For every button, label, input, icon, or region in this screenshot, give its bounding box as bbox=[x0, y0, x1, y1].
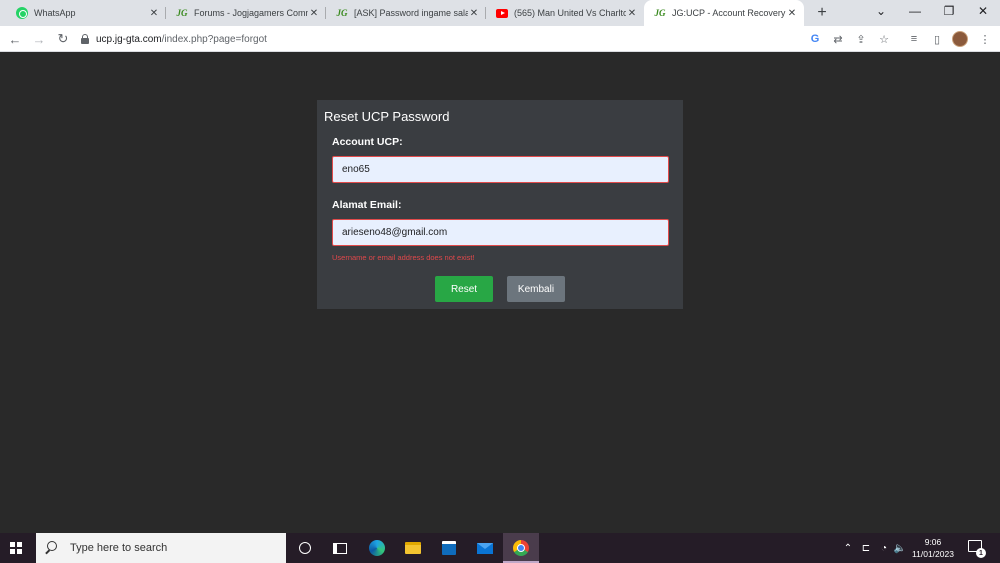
tab-forums[interactable]: JG Forums - Jogjagamers Comm ✕ bbox=[166, 0, 326, 26]
jg-icon: JG bbox=[336, 8, 348, 18]
reset-password-card: Reset UCP Password Account UCP: eno65 Al… bbox=[317, 100, 683, 309]
chrome-icon[interactable] bbox=[503, 533, 539, 563]
notification-badge: 1 bbox=[976, 548, 986, 558]
restore-button[interactable]: ❐ bbox=[934, 0, 964, 22]
tab-title: (565) Man United Vs Charlto bbox=[514, 8, 626, 18]
file-explorer-icon[interactable] bbox=[395, 533, 431, 563]
jg-icon: JG bbox=[654, 8, 666, 18]
cortana-icon[interactable] bbox=[287, 533, 323, 563]
youtube-icon bbox=[496, 7, 508, 19]
url-text: ucp.jg-gta.com/index.php?page=forgot bbox=[96, 33, 267, 45]
clock-date: 11/01/2023 bbox=[912, 549, 954, 559]
clock[interactable]: 9:06 11/01/2023 bbox=[905, 536, 961, 560]
close-window-button[interactable]: ✕ bbox=[968, 0, 998, 22]
tab-title: JG:UCP - Account Recovery bbox=[672, 8, 786, 18]
windows-start-icon[interactable] bbox=[10, 542, 22, 554]
search-placeholder: Type here to search bbox=[70, 542, 168, 554]
back-icon[interactable]: ← bbox=[6, 30, 24, 48]
tab-youtube[interactable]: (565) Man United Vs Charlto ✕ bbox=[486, 0, 644, 26]
tab-search-chevron-icon[interactable]: ⌄ bbox=[866, 0, 896, 22]
close-tab-icon[interactable]: ✕ bbox=[626, 7, 638, 19]
tab-whatsapp[interactable]: WhatsApp ✕ bbox=[6, 0, 166, 26]
edge-icon[interactable] bbox=[359, 533, 395, 563]
clock-time: 9:06 bbox=[924, 537, 942, 547]
wifi-icon[interactable]: ◔ bbox=[876, 533, 892, 563]
new-tab-button[interactable]: + bbox=[812, 3, 832, 23]
browser-toolbar: ← → ↻ ucp.jg-gta.com/index.php?page=forg… bbox=[0, 26, 1000, 52]
account-input[interactable]: eno65 bbox=[332, 156, 669, 183]
account-label: Account UCP: bbox=[332, 136, 403, 148]
bookmark-star-icon[interactable]: ☆ bbox=[875, 30, 893, 48]
tab-title: Forums - Jogjagamers Comm bbox=[194, 8, 308, 18]
reading-list-icon[interactable]: ≡ bbox=[905, 30, 923, 48]
jg-icon: JG bbox=[176, 8, 188, 18]
share-icon[interactable]: ⇪ bbox=[852, 30, 870, 48]
task-view-icon[interactable] bbox=[322, 533, 358, 563]
tab-title: [ASK] Password ingame salah bbox=[354, 8, 468, 18]
card-title: Reset UCP Password bbox=[324, 109, 450, 124]
translate-icon[interactable]: ⇄ bbox=[829, 30, 847, 48]
search-icon bbox=[44, 541, 58, 555]
mail-icon[interactable] bbox=[467, 533, 503, 563]
tab-strip: WhatsApp ✕ JG Forums - Jogjagamers Comm … bbox=[0, 0, 1000, 26]
email-input[interactable]: arieseno48@gmail.com bbox=[332, 219, 669, 246]
profile-avatar[interactable] bbox=[952, 31, 968, 47]
google-icon[interactable]: G bbox=[806, 30, 824, 48]
minimize-button[interactable]: — bbox=[900, 0, 930, 22]
email-label: Alamat Email: bbox=[332, 199, 402, 211]
whatsapp-icon bbox=[16, 7, 28, 19]
close-tab-icon[interactable]: ✕ bbox=[786, 7, 798, 19]
close-tab-icon[interactable]: ✕ bbox=[308, 7, 320, 19]
taskbar: Type here to search ⌃ ⊏ ◔ 🔈 9:06 11/01/2… bbox=[0, 533, 1000, 563]
tray-chevron-icon[interactable]: ⌃ bbox=[840, 533, 856, 563]
tab-ask-password[interactable]: JG [ASK] Password ingame salah ✕ bbox=[326, 0, 486, 26]
close-tab-icon[interactable]: ✕ bbox=[148, 7, 160, 19]
tab-title: WhatsApp bbox=[34, 8, 76, 18]
menu-dots-icon[interactable]: ⋮ bbox=[976, 30, 994, 48]
reload-icon[interactable]: ↻ bbox=[54, 30, 72, 48]
side-panel-icon[interactable]: ▯ bbox=[928, 30, 946, 48]
network-device-icon[interactable]: ⊏ bbox=[858, 533, 874, 563]
back-button[interactable]: Kembali bbox=[507, 276, 565, 302]
error-message: Username or email address does not exist… bbox=[332, 253, 475, 262]
tab-account-recovery[interactable]: JG JG:UCP - Account Recovery ✕ bbox=[644, 0, 804, 26]
lock-icon[interactable] bbox=[80, 34, 90, 44]
taskbar-search[interactable]: Type here to search bbox=[36, 533, 286, 563]
reset-button[interactable]: Reset bbox=[435, 276, 493, 302]
close-tab-icon[interactable]: ✕ bbox=[468, 7, 480, 19]
forward-icon[interactable]: → bbox=[30, 30, 48, 48]
store-icon[interactable] bbox=[431, 533, 467, 563]
